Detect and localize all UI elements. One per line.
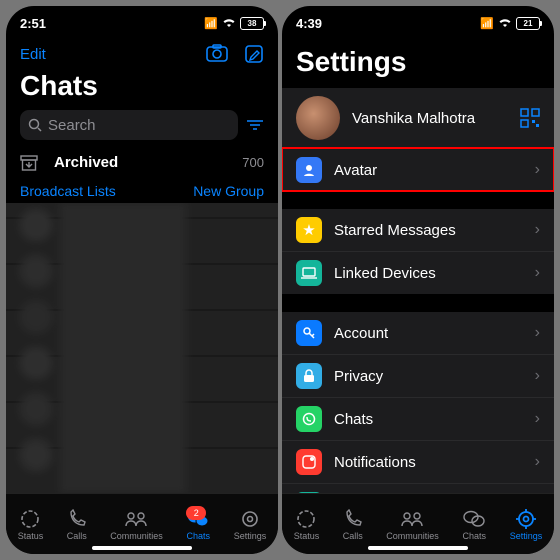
page-title: Settings: [282, 40, 554, 86]
chevron-right-icon: ›: [535, 367, 540, 385]
status-bar: 2:51 📶 38: [6, 6, 278, 40]
communities-icon: [400, 508, 424, 530]
tab-settings[interactable]: Settings: [234, 508, 267, 541]
key-icon: [296, 320, 322, 346]
profile-row[interactable]: Vanshika Malhotra: [282, 88, 554, 148]
payments-row[interactable]: ₹ Payments ›: [282, 483, 554, 493]
filter-icon[interactable]: [246, 118, 264, 132]
tab-status[interactable]: Status: [294, 508, 320, 541]
linked-row[interactable]: Linked Devices ›: [282, 251, 554, 294]
home-indicator: [92, 546, 192, 550]
tab-status[interactable]: Status: [18, 508, 44, 541]
broadcast-lists-link[interactable]: Broadcast Lists: [20, 183, 116, 199]
gear-icon: [239, 508, 261, 530]
avatar-row[interactable]: Avatar ›: [282, 148, 554, 191]
privacy-row[interactable]: Privacy ›: [282, 354, 554, 397]
lock-icon: [296, 363, 322, 389]
tab-communities[interactable]: Communities: [110, 508, 163, 541]
page-title: Chats: [6, 68, 278, 110]
chats-row[interactable]: Chats ›: [282, 397, 554, 440]
signal-icon: 📶: [480, 17, 494, 30]
tab-chats[interactable]: Chats: [462, 508, 486, 541]
communities-icon: [124, 508, 148, 530]
whatsapp-icon: [296, 406, 322, 432]
archived-count: 700: [242, 155, 264, 170]
avatar: [296, 96, 340, 140]
chevron-right-icon: ›: [535, 410, 540, 428]
qr-icon[interactable]: [520, 108, 540, 128]
notifications-row[interactable]: Notifications ›: [282, 440, 554, 483]
signal-icon: 📶: [204, 17, 218, 30]
gear-icon: [515, 508, 537, 530]
chevron-right-icon: ›: [535, 221, 540, 239]
new-group-link[interactable]: New Group: [193, 183, 264, 199]
chevron-right-icon: ›: [535, 161, 540, 179]
archived-row[interactable]: Archived 700: [6, 148, 278, 177]
tab-bar: Status Calls Communities Chats Settings: [282, 493, 554, 554]
search-placeholder: Search: [48, 117, 96, 134]
account-row[interactable]: Account ›: [282, 312, 554, 354]
compose-icon[interactable]: [244, 44, 264, 64]
wifi-icon: [222, 18, 236, 28]
wifi-icon: [498, 18, 512, 28]
settings-screen: 4:39 📶 21 Settings Vanshika Malhotra: [282, 6, 554, 554]
tab-chats[interactable]: 2 Chats: [186, 508, 210, 541]
chat-list-blurred: [6, 203, 278, 493]
search-icon: [28, 118, 42, 132]
clock: 4:39: [296, 16, 322, 31]
tab-communities[interactable]: Communities: [386, 508, 439, 541]
battery-icon: 38: [240, 17, 264, 30]
status-ring-icon: [19, 508, 41, 530]
status-bar: 4:39 📶 21: [282, 6, 554, 40]
status-ring-icon: [295, 508, 317, 530]
chats-badge: 2: [186, 506, 206, 520]
edit-button[interactable]: Edit: [20, 46, 46, 63]
home-indicator: [368, 546, 468, 550]
clock: 2:51: [20, 16, 46, 31]
search-input[interactable]: Search: [20, 110, 238, 140]
chevron-right-icon: ›: [535, 453, 540, 471]
laptop-icon: [296, 260, 322, 286]
camera-icon[interactable]: [206, 44, 228, 64]
avatar-icon: [296, 157, 322, 183]
archive-icon: [20, 155, 40, 171]
starred-row[interactable]: ★ Starred Messages ›: [282, 209, 554, 251]
chat-bubbles-icon: [462, 508, 486, 530]
star-icon: ★: [296, 217, 322, 243]
chevron-right-icon: ›: [535, 264, 540, 282]
tab-bar: Status Calls Communities 2 Chats Setting…: [6, 493, 278, 554]
tab-calls[interactable]: Calls: [67, 508, 87, 541]
notification-badge-icon: [296, 449, 322, 475]
profile-name: Vanshika Malhotra: [352, 110, 508, 127]
tab-settings[interactable]: Settings: [510, 508, 543, 541]
tab-calls[interactable]: Calls: [343, 508, 363, 541]
phone-icon: [67, 508, 87, 530]
chevron-right-icon: ›: [535, 324, 540, 342]
phone-icon: [343, 508, 363, 530]
chats-screen: 2:51 📶 38 Edit Chats: [6, 6, 278, 554]
battery-icon: 21: [516, 17, 540, 30]
archived-label: Archived: [54, 154, 228, 171]
